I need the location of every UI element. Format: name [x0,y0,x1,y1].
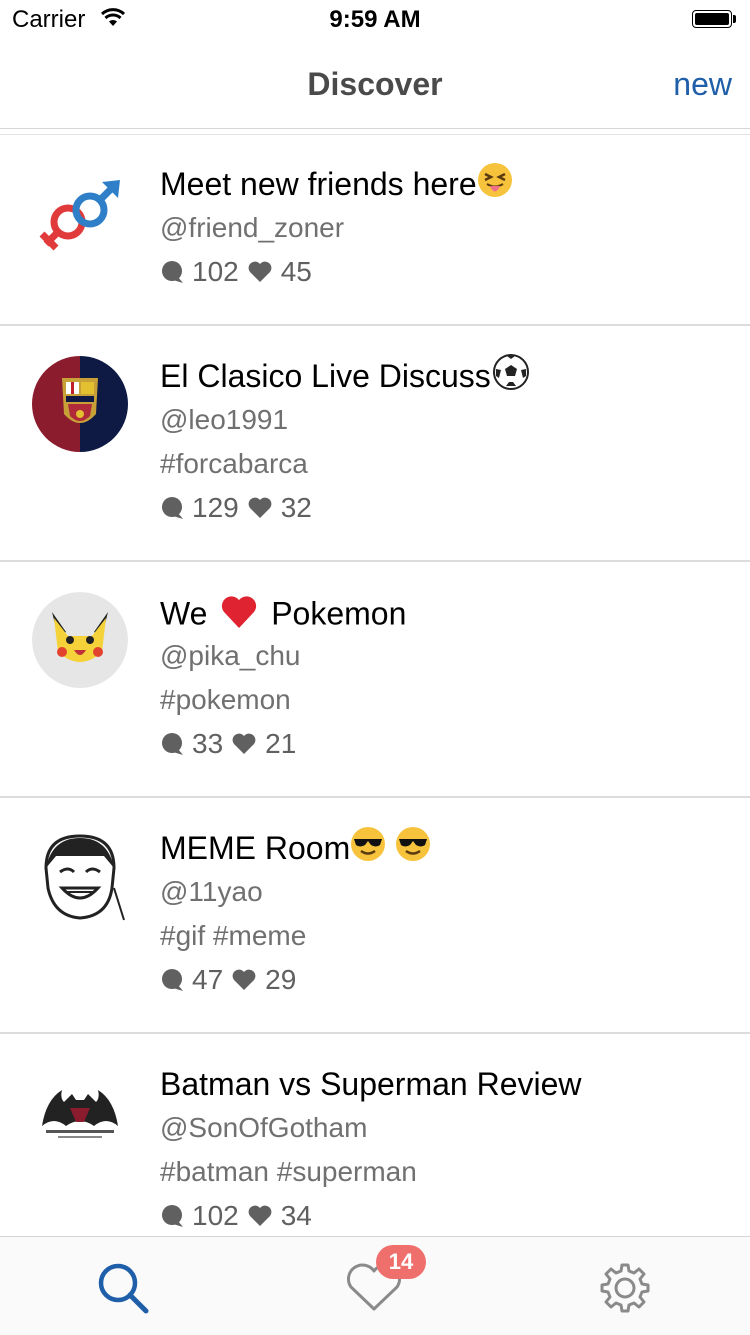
heart-icon [247,496,273,520]
room-stats: 47 29 [160,964,304,996]
room-title: We Pokemon [160,594,406,638]
room-stats: 129 32 [160,492,320,524]
like-count: 34 [280,1200,312,1231]
room-list-item[interactable]: Meet new friends here @friend_zoner 102 … [0,134,750,326]
comment-icon [160,1204,184,1228]
clock: 9:59 AM [329,6,421,33]
sunglasses-emoji-icon [350,826,386,870]
like-count: 21 [265,728,297,759]
room-tags: #gif #meme [160,920,307,951]
room-title: El Clasico Live Discuss [160,353,529,398]
status-bar: Carrier 9:59 AM [0,0,750,40]
room-list-item[interactable]: El Clasico Live Discuss @leo1991 #forcab… [0,324,750,562]
room-title-text: Pokemon [271,595,407,632]
room-title: Batman vs Superman Review [160,1066,582,1102]
comment-count: 102 [192,1200,239,1231]
pikachu-avatar [32,592,128,688]
comment-count: 33 [192,728,224,759]
heart-icon [231,732,257,756]
room-owner: @friend_zoner [160,212,345,243]
gender-symbols-avatar [32,170,128,266]
squint-tongue-emoji-icon [477,162,513,206]
room-title: Meet new friends here [160,162,513,206]
room-tags: #pokemon [160,684,291,715]
battery-icon [692,10,738,30]
room-tags: #batman #superman [160,1156,417,1187]
like-count: 32 [280,492,312,523]
tab-discover[interactable] [60,1237,190,1335]
room-title-text: We [160,595,208,632]
comment-icon [160,968,184,992]
room-owner: @leo1991 [160,404,289,435]
room-title-text: Meet new friends here [160,166,477,202]
like-count: 45 [280,256,312,287]
room-list-item[interactable]: We Pokemon @pika_chu #pokemon 33 21 [0,560,750,798]
room-tags: #forcabarca [160,448,308,479]
settings-gear-icon [598,1261,652,1320]
room-owner: @11yao [160,876,263,907]
red-heart-emoji-icon [220,594,258,638]
room-title-text: MEME Room [160,830,351,866]
fcb-crest-avatar [32,356,128,452]
soccer-ball-emoji-icon [492,353,529,398]
comment-icon [160,260,184,284]
heart-icon [247,1204,273,1228]
room-stats: 102 45 [160,256,320,288]
room-title: MEME Room [160,826,431,870]
room-stats: 102 34 [160,1200,320,1232]
new-room-button[interactable]: new [673,66,732,103]
navigation-bar: Discover new [0,40,750,129]
yao-ming-meme-avatar [32,828,128,924]
room-title-text: El Clasico Live Discuss [160,358,491,394]
comment-count: 129 [192,492,239,523]
room-owner: @pika_chu [160,640,301,671]
tab-settings[interactable] [560,1237,690,1335]
heart-icon [231,968,257,992]
comment-icon [160,496,184,520]
comment-count: 102 [192,256,239,287]
comment-icon [160,732,184,756]
room-list-item[interactable]: MEME Room @11yao #gif #meme 47 29 [0,796,750,1034]
tab-bar [0,1236,750,1335]
like-count: 29 [265,964,297,995]
room-owner: @SonOfGotham [160,1112,368,1143]
search-icon [96,1261,150,1320]
sunglasses-emoji-icon [395,826,431,870]
room-stats: 33 21 [160,728,304,760]
notification-badge: 14 [376,1245,426,1279]
room-list-item[interactable]: Batman vs Superman Review @SonOfGotham #… [0,1032,750,1236]
batman-v-superman-logo-avatar [32,1064,128,1160]
comment-count: 47 [192,964,224,995]
heart-icon [247,260,273,284]
page-title: Discover [307,66,443,102]
